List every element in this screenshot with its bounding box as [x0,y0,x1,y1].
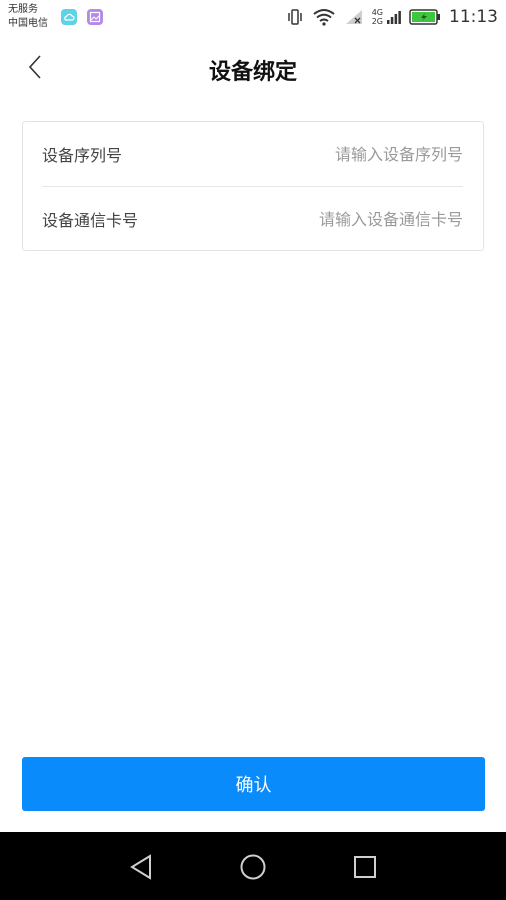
network-2g: 2G [371,17,383,26]
sim-number-input[interactable] [243,209,463,229]
serial-number-label: 设备序列号 [42,146,123,165]
wifi-icon [312,8,336,26]
nav-back-button[interactable] [124,850,158,884]
signal-bars-icon [387,8,401,26]
vibrate-icon [286,8,304,26]
app-header: 设备绑定 [0,34,506,100]
carrier-name: 中国电信 [8,18,48,29]
network-4g: 4G [371,8,383,17]
clock: 11:13 [449,7,498,27]
system-nav-bar [0,832,506,900]
home-circle-icon [240,854,266,880]
signal-no-service-icon [344,8,364,26]
device-binding-form: 设备序列号 设备通信卡号 [22,121,484,251]
confirm-button[interactable]: 确认 [22,757,485,811]
carrier-info: 无服务 中国电信 [8,3,48,31]
sim-number-row: 设备通信卡号 [42,187,463,251]
serial-number-row: 设备序列号 [42,122,463,186]
sim-number-label: 设备通信卡号 [42,211,139,230]
recent-square-icon [354,856,376,878]
status-bar: 无服务 中国电信 4G 2G 11:13 [0,0,506,34]
page-title: 设备绑定 [208,60,297,85]
back-triangle-icon [130,854,151,880]
serial-number-input[interactable] [243,144,463,164]
gallery-app-icon [87,9,103,25]
network-type: 4G 2G [372,8,383,26]
battery-charging-icon [409,9,441,25]
cloud-app-icon [61,9,77,25]
carrier-status: 无服务 [8,4,38,15]
nav-home-button[interactable] [236,850,270,884]
nav-recent-button[interactable] [348,850,382,884]
